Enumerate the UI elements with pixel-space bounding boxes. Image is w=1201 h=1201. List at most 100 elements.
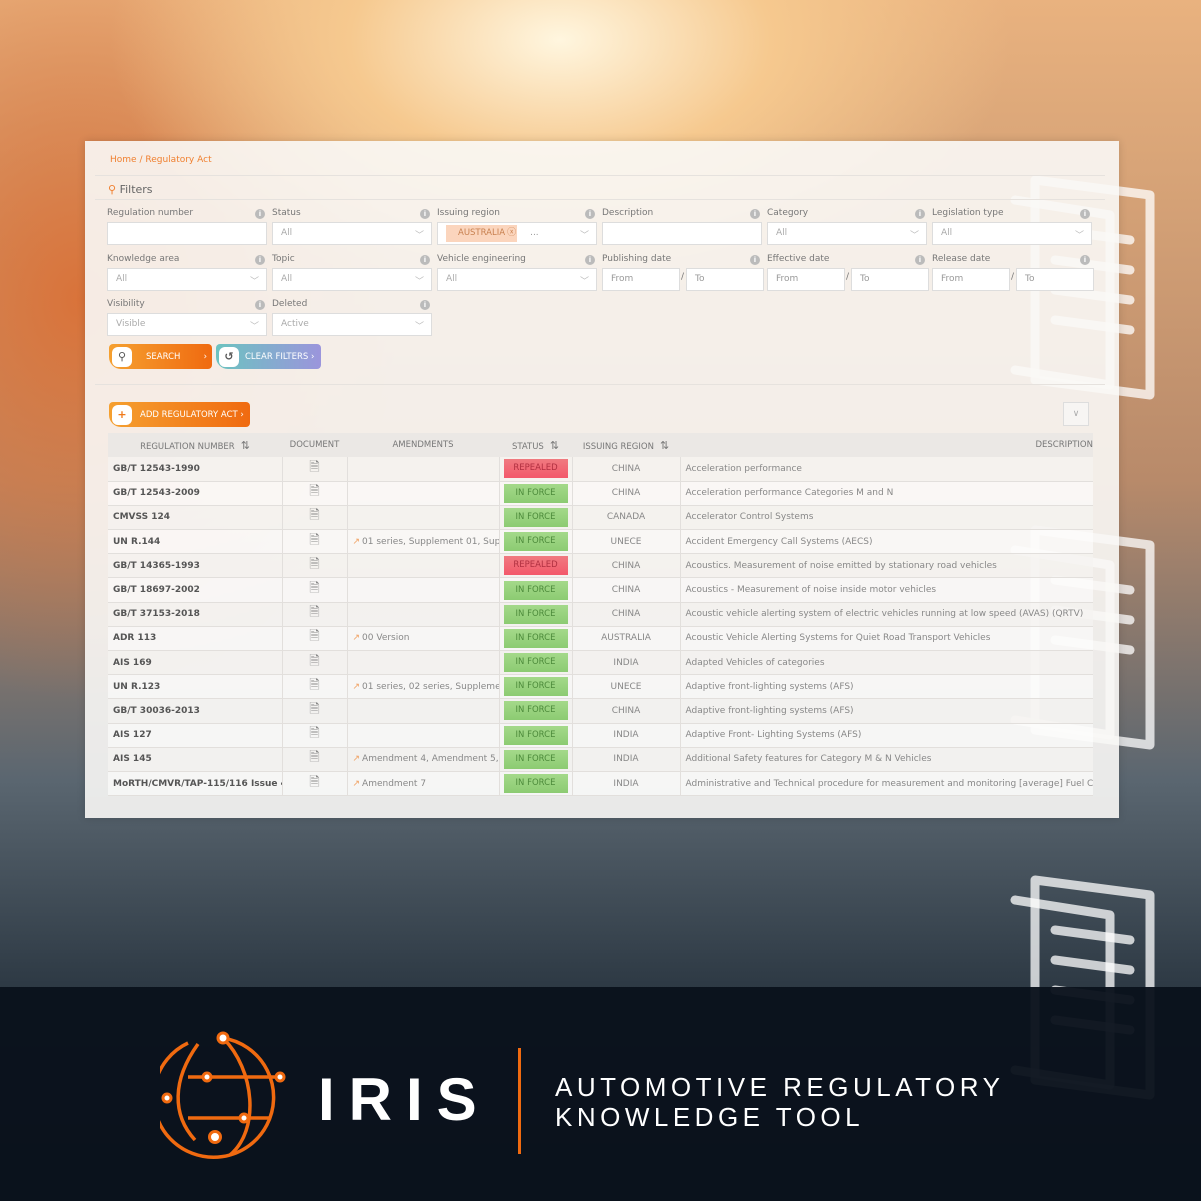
pdf-icon[interactable]: 🗎 bbox=[309, 750, 319, 765]
info-icon[interactable]: i bbox=[255, 209, 265, 219]
info-icon[interactable]: i bbox=[420, 300, 430, 310]
column-header-description[interactable]: DESCRIPTION bbox=[680, 433, 1093, 457]
table-row[interactable]: GB/T 12543-2009 🗎 IN FORCE CHINA Acceleratio… bbox=[108, 481, 1093, 506]
info-icon[interactable]: i bbox=[750, 209, 760, 219]
info-icon[interactable]: i bbox=[915, 209, 925, 219]
search-button[interactable]: ⚲ SEARCH › bbox=[109, 344, 212, 369]
regulation-number-cell[interactable]: GB/T 18697-2002 bbox=[108, 577, 283, 603]
regulation-number-cell[interactable]: GB/T 12543-1990 bbox=[108, 457, 283, 482]
pdf-icon[interactable]: 🗎 bbox=[309, 605, 319, 620]
info-icon[interactable]: i bbox=[1080, 209, 1090, 219]
knowledge-area-select[interactable]: All ﹀ bbox=[107, 268, 267, 291]
info-icon[interactable]: i bbox=[1080, 255, 1090, 265]
column-header-issuing-region[interactable]: ISSUING REGION ⇅ bbox=[572, 433, 680, 457]
amendments-link[interactable]: Amendment 7 bbox=[362, 779, 426, 789]
pdf-icon[interactable]: 🗎 bbox=[309, 702, 319, 717]
amendments-link[interactable]: 01 series, Supplement 01, Sup bbox=[362, 537, 498, 547]
info-icon[interactable]: i bbox=[915, 255, 925, 265]
breadcrumb-home[interactable]: Home bbox=[110, 155, 137, 165]
info-icon[interactable]: i bbox=[750, 255, 760, 265]
sort-icon[interactable]: ⇅ bbox=[241, 439, 250, 452]
table-row[interactable]: GB/T 12543-1990 🗎 REPEALED CHINA Acceleratio… bbox=[108, 457, 1093, 482]
info-icon[interactable]: i bbox=[255, 300, 265, 310]
table-row[interactable]: GB/T 18697-2002 🗎 IN FORCE CHINA Acoustics -… bbox=[108, 577, 1093, 603]
pdf-icon[interactable]: 🗎 bbox=[309, 629, 319, 644]
external-link-icon[interactable]: ↗ bbox=[353, 754, 361, 764]
regulation-number-cell[interactable]: UN R.144 bbox=[108, 529, 283, 555]
amendments-link[interactable]: 01 series, 02 series, Suppleme bbox=[362, 682, 498, 692]
release-date-to-input[interactable]: To bbox=[1016, 268, 1094, 291]
table-row[interactable]: CMVSS 124 🗎 IN FORCE CANADA Accelerator Cont… bbox=[108, 505, 1093, 531]
issuing-region-cell: CHINA bbox=[572, 553, 681, 579]
table-row[interactable]: GB/T 37153-2018 🗎 IN FORCE CHINA Acoustic ve… bbox=[108, 602, 1093, 627]
regulation-number-cell[interactable]: UN R.123 bbox=[108, 674, 283, 700]
pdf-icon[interactable]: 🗎 bbox=[309, 484, 319, 499]
release-date-from-input[interactable]: From bbox=[932, 268, 1010, 291]
topic-select[interactable]: All ﹀ bbox=[272, 268, 432, 291]
pdf-icon[interactable]: 🗎 bbox=[309, 726, 319, 741]
regulation-number-cell[interactable]: GB/T 14365-1993 bbox=[108, 553, 283, 579]
pdf-icon[interactable]: 🗎 bbox=[309, 581, 319, 596]
regulation-number-cell[interactable]: GB/T 37153-2018 bbox=[108, 602, 283, 627]
amendments-link[interactable]: Amendment 4, Amendment 5, bbox=[362, 754, 498, 764]
amendments-link[interactable]: 00 Version bbox=[362, 633, 409, 643]
publishing-date-to-input[interactable]: To bbox=[686, 268, 764, 291]
vehicle-engineering-select[interactable]: All ﹀ bbox=[437, 268, 597, 291]
legislation-type-select[interactable]: All ﹀ bbox=[932, 222, 1092, 245]
status-select[interactable]: All ﹀ bbox=[272, 222, 432, 245]
info-icon[interactable]: i bbox=[420, 255, 430, 265]
deleted-select[interactable]: Active ﹀ bbox=[272, 313, 432, 336]
external-link-icon[interactable]: ↗ bbox=[353, 779, 361, 789]
remove-tag-icon[interactable]: ⓧ bbox=[507, 228, 516, 238]
table-row[interactable]: AIS 127 🗎 IN FORCE INDIA Adaptive Front- Lig… bbox=[108, 723, 1093, 748]
add-regulatory-act-button[interactable]: + ADD REGULATORY ACT › bbox=[109, 402, 250, 427]
pdf-icon[interactable]: 🗎 bbox=[309, 460, 319, 475]
category-select[interactable]: All ﹀ bbox=[767, 222, 927, 245]
sort-icon[interactable]: ⇅ bbox=[660, 439, 669, 452]
regulation-number-cell[interactable]: MoRTH/CMVR/TAP-115/116 Issue 4 bbox=[108, 771, 283, 797]
regulation-number-cell[interactable]: GB/T 12543-2009 bbox=[108, 481, 283, 506]
table-row[interactable]: UN R.123 🗎 ↗ 01 series, 02 series, Suppleme… bbox=[108, 674, 1093, 700]
table-row[interactable]: GB/T 30036-2013 🗎 IN FORCE CHINA Adaptive fr… bbox=[108, 698, 1093, 724]
external-link-icon[interactable]: ↗ bbox=[353, 682, 361, 692]
effective-date-to-input[interactable]: To bbox=[851, 268, 929, 291]
publishing-date-from-input[interactable]: From bbox=[602, 268, 680, 291]
info-icon[interactable]: i bbox=[420, 209, 430, 219]
visibility-select[interactable]: Visible ﹀ bbox=[107, 313, 267, 336]
info-icon[interactable]: i bbox=[255, 255, 265, 265]
pdf-icon[interactable]: 🗎 bbox=[309, 678, 319, 693]
effective-date-from-input[interactable]: From bbox=[767, 268, 845, 291]
pdf-icon[interactable]: 🗎 bbox=[309, 654, 319, 669]
table-row[interactable]: AIS 145 🗎 ↗ Amendment 4, Amendment 5, IN FOR… bbox=[108, 747, 1093, 772]
external-link-icon[interactable]: ↗ bbox=[353, 537, 361, 547]
regulation-number-cell[interactable]: CMVSS 124 bbox=[108, 505, 283, 531]
table-row[interactable]: ADR 113 🗎 ↗ 00 Version IN FORCE AUSTRALIA Acou… bbox=[108, 626, 1093, 652]
pdf-icon[interactable]: 🗎 bbox=[309, 508, 319, 523]
table-row[interactable]: UN R.144 🗎 ↗ 01 series, Supplement 01, Sup I… bbox=[108, 529, 1093, 555]
table-row[interactable]: AIS 169 🗎 IN FORCE INDIA Adapted Vehicles of… bbox=[108, 650, 1093, 676]
info-icon[interactable]: i bbox=[585, 255, 595, 265]
regulation-number-cell[interactable]: ADR 113 bbox=[108, 626, 283, 652]
pdf-icon[interactable]: 🗎 bbox=[309, 533, 319, 548]
column-header-amendments[interactable]: AMENDMENTS bbox=[347, 433, 499, 457]
table-row[interactable]: MoRTH/CMVR/TAP-115/116 Issue 4 🗎 ↗ Amendmen… bbox=[108, 771, 1093, 797]
info-icon[interactable]: i bbox=[585, 209, 595, 219]
sort-icon[interactable]: ⇅ bbox=[550, 439, 559, 452]
pdf-icon[interactable]: 🗎 bbox=[309, 557, 319, 572]
regulation-number-input[interactable] bbox=[107, 222, 267, 245]
column-toggle-button[interactable]: ∨ bbox=[1063, 402, 1089, 426]
external-link-icon[interactable]: ↗ bbox=[353, 633, 361, 643]
issuing-region-select[interactable]: AUSTRALIA ⓧ... ﹀ bbox=[437, 222, 597, 245]
regulation-number-cell[interactable]: AIS 169 bbox=[108, 650, 283, 676]
regulation-number-cell[interactable]: AIS 145 bbox=[108, 747, 283, 772]
status-cell: IN FORCE bbox=[499, 577, 573, 603]
clear-filters-button[interactable]: ↺ CLEAR FILTERS › bbox=[216, 344, 321, 369]
column-header-status[interactable]: STATUS ⇅ bbox=[499, 433, 572, 457]
description-input[interactable] bbox=[602, 222, 762, 245]
pdf-icon[interactable]: 🗎 bbox=[309, 775, 319, 790]
column-header-regulation-number[interactable]: REGULATION NUMBER ⇅ bbox=[108, 433, 282, 457]
regulation-number-cell[interactable]: GB/T 30036-2013 bbox=[108, 698, 283, 724]
table-row[interactable]: GB/T 14365-1993 🗎 REPEALED CHINA Acoustics. … bbox=[108, 553, 1093, 579]
regulation-number-cell[interactable]: AIS 127 bbox=[108, 723, 283, 748]
column-header-document[interactable]: DOCUMENT bbox=[282, 433, 347, 457]
